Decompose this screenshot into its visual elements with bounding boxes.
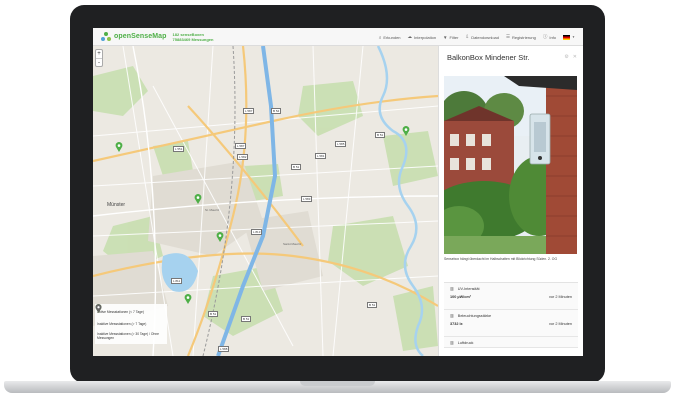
nav-label: Filter <box>449 34 459 40</box>
nav-menu: ⌕ Erkunden ☁ Interpolation ▼ Filter ⇩ Datend… <box>379 28 575 46</box>
stats: 182 senseBoxen 75883469 Messungen <box>173 32 214 42</box>
close-icon[interactable]: ✕ <box>573 54 577 60</box>
sensebox-photo <box>444 76 577 254</box>
sensor-time: vor 2 Minuten <box>548 295 572 299</box>
road-label: L 588 <box>218 346 230 352</box>
sensor-row-illuminance[interactable]: ▥ Beleuchtungsstärke 3732 lx vor 2 Minuten <box>444 310 578 337</box>
nav-item-erkunden[interactable]: ⌕ Erkunden <box>379 35 401 40</box>
legend-item: Inaktive Messstationen (> 30 Tage) / Ohn… <box>95 304 165 342</box>
nav-label: Info <box>549 34 557 40</box>
legend-item: Aktive Messstationen (< 7 Tage) <box>95 304 165 318</box>
road-label: B 51 <box>375 132 386 138</box>
nav-label: Datendownload <box>471 34 499 40</box>
chart-icon: ▥ <box>450 286 454 291</box>
sensor-value: 100 µW/cm² <box>450 295 471 299</box>
nav-label: Interpolation <box>414 34 437 40</box>
road-label: L 813 <box>251 229 263 235</box>
sensor-row-pressure[interactable]: ▥ Luftdruck <box>444 337 578 348</box>
nav-label: Registrierung <box>512 34 536 40</box>
road-label: L 811 <box>171 278 183 284</box>
sensor-time: vor 2 Minuten <box>548 322 572 326</box>
sensor-row-uv[interactable]: ▥ UV-Intensität 100 µW/cm² vor 2 Minuten <box>444 283 578 310</box>
chevron-down-icon: ▼ <box>572 35 575 39</box>
zoom-in-button[interactable]: + <box>96 50 102 58</box>
place-label-st-mauritz: St. Mauritz <box>205 208 220 212</box>
legend-label: Aktive Messstationen (< 7 Tage) <box>97 310 144 314</box>
language-selector[interactable]: ▼ <box>563 34 575 40</box>
marker-icon <box>95 304 102 313</box>
zoom-control: + - <box>95 49 103 67</box>
legend-item: Inaktive Messstationen (> 7 Tage) <box>95 304 165 330</box>
search-icon: ⌕ <box>378 34 382 40</box>
road-label: L 583 <box>301 196 313 202</box>
laptop-notch <box>300 381 375 386</box>
sensor-list: ▥ UV-Intensität 100 µW/cm² vor 2 Minuten ▥… <box>444 282 578 348</box>
navbar: openSenseMap 182 senseBoxen 75883469 Mes… <box>93 28 583 46</box>
road-label: L 582 <box>237 154 249 160</box>
nav-item-filter[interactable]: ▼ Filter <box>443 35 458 40</box>
sensor-marker-active[interactable] <box>115 142 123 152</box>
nav-item-info[interactable]: ⓘ Info <box>543 34 556 40</box>
nav-item-registrierung[interactable]: ☰ Registrierung <box>506 34 536 40</box>
road-label: L 585 <box>335 141 347 147</box>
road-label: L 587 <box>235 143 247 149</box>
german-flag-icon <box>563 34 571 40</box>
place-label-muenster: Münster <box>107 202 126 208</box>
sensor-marker-active[interactable] <box>216 232 224 242</box>
sensor-marker-selected[interactable] <box>402 126 410 136</box>
stats-measurements: 75883469 Messungen <box>172 36 214 42</box>
sensebox-detail-panel: BalkonBox Mindener Str. ⚙ ✕ Sensebox hän… <box>438 46 583 356</box>
panel-title: BalkonBox Mindener Str. <box>447 53 530 62</box>
register-icon: ☰ <box>506 34 511 39</box>
sensor-name: Luftdruck <box>457 340 474 345</box>
sensor-name: UV-Intensität <box>457 286 480 291</box>
sensor-name: Beleuchtungsstärke <box>457 313 492 318</box>
logo-icon <box>101 31 111 42</box>
map-legend: Aktive Messstationen (< 7 Tage) Inaktive… <box>95 304 167 344</box>
sensor-value: 3732 lx <box>450 322 463 326</box>
legend-label: Inaktive Messstationen (> 7 Tage) <box>97 322 147 326</box>
settings-icon[interactable]: ⚙ <box>564 54 568 60</box>
nav-item-interpolation[interactable]: ☁ Interpolation <box>408 34 437 40</box>
cloud-icon: ☁ <box>407 34 413 39</box>
road-label: L 551 <box>173 146 185 152</box>
road-label: B 51 <box>367 302 378 308</box>
road-label: B 51 <box>291 164 302 170</box>
zoom-out-button[interactable]: - <box>96 58 102 66</box>
brand-name: openSenseMap <box>114 33 167 40</box>
sensor-marker-active[interactable] <box>194 194 202 204</box>
chart-icon: ▥ <box>450 340 454 345</box>
download-icon: ⇩ <box>465 34 470 39</box>
screen: openSenseMap 182 senseBoxen 75883469 Mes… <box>93 28 583 356</box>
road-label: L 587 <box>243 108 255 114</box>
sensor-marker-active[interactable] <box>184 294 192 304</box>
brand[interactable]: openSenseMap <box>101 31 167 42</box>
road-label: B 54 <box>271 108 282 114</box>
sensebox-description: Sensebox hängt überdacht im Halbschatten… <box>444 257 558 261</box>
filter-icon: ▼ <box>443 34 448 40</box>
road-label: B 51 <box>208 311 219 317</box>
legend-label: Inaktive Messstationen (> 30 Tage) / Ohn… <box>97 332 159 340</box>
chart-icon: ▥ <box>450 313 454 318</box>
info-icon: ⓘ <box>542 34 548 39</box>
map[interactable]: + - B 54 B 51 L 587 L 587 L 582 L 581 B … <box>93 46 438 356</box>
nav-label: Erkunden <box>383 34 401 40</box>
nav-item-datendownload[interactable]: ⇩ Datendownload <box>465 34 499 40</box>
place-label-sankt-mauritz: Sankt Mauritz <box>283 242 302 246</box>
road-label: B 51 <box>241 316 252 322</box>
panel-actions: ⚙ ✕ <box>564 54 577 60</box>
road-label: L 581 <box>315 153 327 159</box>
